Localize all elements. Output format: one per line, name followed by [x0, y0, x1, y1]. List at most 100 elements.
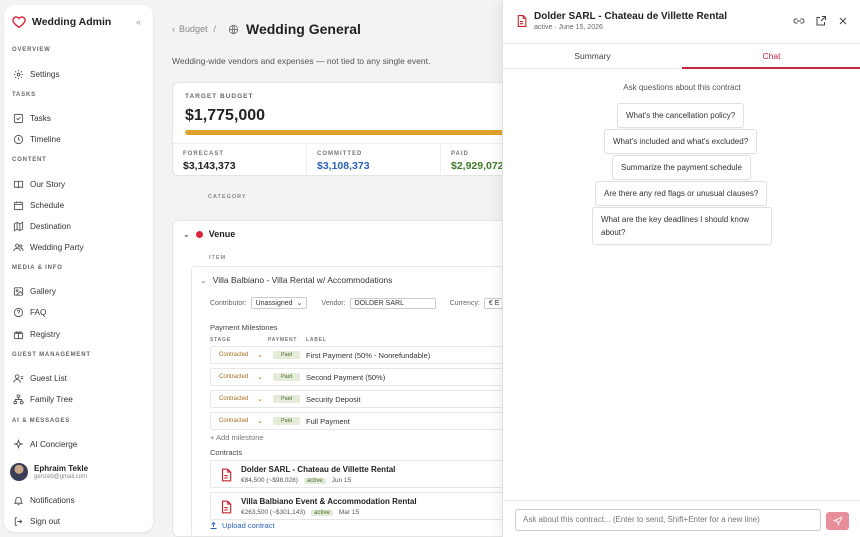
- add-milestone-button[interactable]: + Add milestone: [210, 433, 264, 442]
- panel-title: Dolder SARL - Chateau de Villette Rental: [534, 11, 728, 22]
- milestone-label: Full Payment: [306, 416, 350, 426]
- contract-name: Villa Balbiano Event & Accommodation Ren…: [241, 497, 417, 506]
- sidebar-item-our-story[interactable]: Our Story: [12, 176, 146, 192]
- chat-input-bar: Ask about this contract... (Enter to sen…: [503, 500, 860, 537]
- sidebar-item-family-tree[interactable]: Family Tree: [12, 391, 146, 407]
- chevron-down-icon[interactable]: ⌄: [257, 395, 271, 403]
- map-icon: [12, 220, 24, 232]
- budget-summary-card: TARGET BUDGET $1,775,000 FORECAST $3,143…: [172, 82, 513, 177]
- chevron-down-icon[interactable]: ⌄: [257, 351, 271, 359]
- payment-status-badge[interactable]: Paid: [273, 417, 301, 425]
- page-subtitle: Wedding-wide vendors and expenses — not …: [172, 56, 431, 66]
- milestone-row[interactable]: Contracted ⌄ Paid Security Deposit: [210, 390, 514, 408]
- gear-icon: [12, 68, 24, 80]
- currency-label: Currency:: [449, 299, 480, 307]
- sidebar-item-label: Registry: [30, 329, 61, 339]
- milestone-stage[interactable]: Contracted: [219, 396, 257, 402]
- avatar: [10, 463, 28, 481]
- book-icon: [12, 178, 24, 190]
- upload-contract-button[interactable]: Upload contract: [209, 521, 275, 530]
- sidebar-item-label: Our Story: [30, 179, 66, 189]
- pdf-file-icon: [517, 15, 527, 27]
- sidebar-item-schedule[interactable]: Schedule: [12, 197, 146, 213]
- section-media-info: MEDIA & INFO: [12, 265, 63, 271]
- chat-input[interactable]: Ask about this contract... (Enter to sen…: [515, 509, 821, 531]
- tree-icon: [12, 393, 24, 405]
- status-badge: active: [303, 477, 326, 484]
- tab-chat[interactable]: Chat: [682, 44, 860, 69]
- sign-out-label: Sign out: [30, 516, 61, 526]
- chat-prompt-title: Ask questions about this contract: [623, 83, 741, 92]
- sidebar-item-destination[interactable]: Destination: [12, 218, 146, 234]
- milestone-label: First Payment (50% - Nonrefundable): [306, 350, 431, 360]
- column-header-payment: PAYMENT: [268, 337, 298, 343]
- sidebar-item-faq[interactable]: FAQ: [12, 304, 146, 320]
- milestone-stage[interactable]: Contracted: [219, 352, 257, 358]
- user-name: Ephraim Tekle: [34, 464, 89, 473]
- sidebar-item-tasks[interactable]: Tasks: [12, 110, 146, 126]
- payment-status-badge[interactable]: Paid: [273, 395, 301, 403]
- link-icon[interactable]: [793, 15, 805, 27]
- collapse-sidebar-icon[interactable]: «: [136, 17, 141, 27]
- section-guest-management: GUEST MANAGEMENT: [12, 352, 91, 358]
- vendor-input[interactable]: DOLDER SARL: [349, 297, 436, 309]
- category-card-venue: ⌄ Venue ITEM ⌄ Villa Balbiano - Villa Re…: [172, 220, 514, 537]
- line-item-title-row[interactable]: ⌄ Villa Balbiano - Villa Rental w/ Accom…: [200, 275, 392, 285]
- milestone-stage[interactable]: Contracted: [219, 374, 257, 380]
- send-icon: [832, 516, 843, 526]
- sidebar-item-label: AI Concierge: [30, 439, 78, 449]
- sparkle-icon: [12, 438, 24, 450]
- page-title: Wedding General: [246, 21, 361, 37]
- notifications-button[interactable]: Notifications: [12, 492, 146, 508]
- send-button[interactable]: [826, 512, 849, 530]
- suggestion-button[interactable]: What are the key deadlines I should know…: [592, 207, 772, 245]
- budget-progress-fill: [185, 130, 513, 135]
- budget-progress-bar: [185, 130, 513, 135]
- milestone-row[interactable]: Contracted ⌄ Paid Second Payment (50%): [210, 368, 514, 386]
- back-button[interactable]: ‹ Budget: [172, 24, 208, 34]
- sidebar: Wedding Admin « OVERVIEW Settings TASKS …: [4, 5, 153, 532]
- milestone-row[interactable]: Contracted ⌄ Paid Full Payment: [210, 412, 514, 430]
- open-external-icon[interactable]: [815, 15, 827, 27]
- breadcrumb-separator: /: [213, 24, 217, 34]
- breadcrumb: ‹ Budget /: [172, 24, 216, 34]
- sidebar-item-gallery[interactable]: Gallery: [12, 283, 146, 299]
- chevron-down-icon[interactable]: ⌄: [257, 417, 271, 425]
- chevron-down-icon[interactable]: ⌄: [257, 373, 271, 381]
- section-ai-messages: AI & MESSAGES: [12, 418, 71, 424]
- contract-row[interactable]: Dolder SARL - Chateau de Villette Rental…: [210, 460, 514, 488]
- user-profile[interactable]: Ephraim Tekle genzeb@gmail.com: [10, 463, 88, 481]
- item-column-header: ITEM: [209, 255, 227, 261]
- payment-status-badge[interactable]: Paid: [273, 373, 301, 381]
- contract-row[interactable]: Villa Balbiano Event & Accommodation Ren…: [210, 492, 514, 520]
- sidebar-item-guest-list[interactable]: Guest List: [12, 370, 146, 386]
- close-icon[interactable]: [837, 15, 849, 27]
- sidebar-item-label: Wedding Party: [30, 242, 84, 252]
- suggestion-button[interactable]: What's the cancellation policy?: [617, 103, 745, 128]
- category-column-header: CATEGORY: [208, 194, 247, 200]
- sidebar-item-registry[interactable]: Registry: [12, 326, 146, 342]
- section-content: CONTENT: [12, 157, 47, 163]
- users-icon: [12, 241, 24, 253]
- suggestion-button[interactable]: What's included and what's excluded?: [604, 129, 758, 154]
- tab-summary[interactable]: Summary: [503, 44, 682, 68]
- suggestion-button[interactable]: Summarize the payment schedule: [612, 155, 751, 180]
- category-row[interactable]: ⌄ Venue: [183, 229, 235, 239]
- sidebar-item-wedding-party[interactable]: Wedding Party: [12, 239, 146, 255]
- payment-milestones-title: Payment Milestones: [210, 323, 278, 332]
- sidebar-item-timeline[interactable]: Timeline: [12, 131, 146, 147]
- upload-icon: [210, 521, 217, 529]
- brand[interactable]: Wedding Admin: [12, 15, 111, 29]
- target-budget-label: TARGET BUDGET: [185, 93, 254, 100]
- sign-out-button[interactable]: Sign out: [12, 513, 146, 529]
- suggestion-button[interactable]: Are there any red flags or unusual claus…: [595, 181, 768, 206]
- sidebar-item-settings[interactable]: Settings: [12, 66, 146, 82]
- contract-date: Mar 15: [338, 509, 360, 516]
- contributor-select[interactable]: Unassigned ⌄: [250, 297, 308, 309]
- sidebar-item-label: Destination: [30, 221, 71, 231]
- contract-name: Dolder SARL - Chateau de Villette Rental: [241, 465, 396, 474]
- payment-status-badge[interactable]: Paid: [273, 351, 301, 359]
- milestone-row[interactable]: Contracted ⌄ Paid First Payment (50% - N…: [210, 346, 514, 364]
- sidebar-item-ai-concierge[interactable]: AI Concierge: [12, 436, 146, 452]
- milestone-stage[interactable]: Contracted: [219, 418, 257, 424]
